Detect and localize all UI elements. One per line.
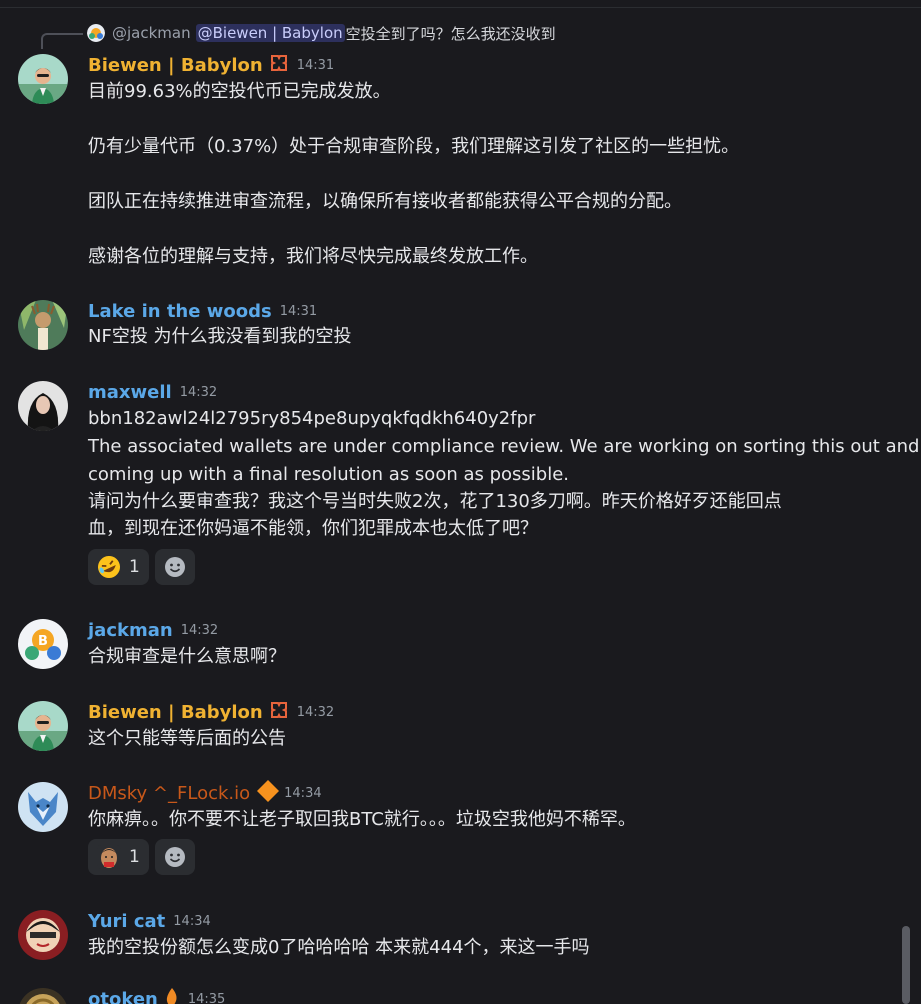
jackman-avatar-image: B bbox=[18, 619, 68, 669]
message-line: coming up with a final resolution as soo… bbox=[88, 464, 570, 485]
timestamp: 14:35 bbox=[187, 991, 226, 1004]
author-name[interactable]: Biewen | Babylon bbox=[88, 55, 263, 76]
add-reaction-button[interactable] bbox=[154, 839, 195, 875]
avatar[interactable]: B bbox=[18, 619, 68, 669]
avatar[interactable] bbox=[18, 701, 68, 751]
lake-avatar-image bbox=[18, 300, 68, 350]
timestamp: 14:32 bbox=[180, 622, 219, 638]
message-line: 团队正在持续推进审查流程，以确保所有接收者都能获得公平合规的分配。 bbox=[88, 191, 682, 212]
message-line: 目前99.63%的空投代币已完成发放。 bbox=[88, 81, 391, 102]
biewen-avatar-image bbox=[18, 54, 68, 104]
face-emoji-icon bbox=[97, 845, 121, 869]
reply-connector bbox=[41, 33, 83, 49]
message-line: 合规审查是什么意思啊？ bbox=[88, 646, 286, 667]
maxwell-avatar-image bbox=[18, 381, 68, 431]
avatar[interactable] bbox=[18, 988, 68, 1004]
timestamp: 14:34 bbox=[284, 785, 322, 801]
message-line: 你麻痹。。你不要不让老子取回我BTC就行。。。垃圾空我他妈不稀罕。 bbox=[88, 809, 636, 830]
message-line: 血，到现在还你妈逼不能领，你们犯罪成本也太低了吧？ bbox=[88, 518, 538, 539]
author-name[interactable]: jackman bbox=[88, 620, 173, 641]
message-line: 感谢各位的理解与支持，我们将尽快完成最终发放工作。 bbox=[88, 246, 538, 267]
avatar[interactable] bbox=[18, 381, 68, 431]
timestamp: 14:31 bbox=[279, 303, 318, 319]
flame-badge-icon bbox=[164, 987, 180, 1004]
add-reaction-icon bbox=[164, 847, 185, 867]
svg-text:B: B bbox=[38, 634, 48, 649]
diamond-badge-icon bbox=[256, 779, 280, 807]
avatar[interactable] bbox=[18, 782, 68, 832]
message-line: 这个只能等等后面的公告 bbox=[88, 728, 286, 749]
yuri-avatar-image bbox=[18, 910, 68, 960]
timestamp: 14:31 bbox=[296, 57, 335, 73]
timestamp: 14:34 bbox=[173, 913, 211, 929]
author-name[interactable]: Yuri cat bbox=[88, 911, 165, 932]
otoken-avatar-image bbox=[18, 988, 68, 1004]
reaction-bar: 1 bbox=[88, 839, 195, 875]
biewen-avatar-image bbox=[18, 701, 68, 751]
author-name[interactable]: maxwell bbox=[88, 382, 172, 403]
author-name[interactable]: Biewen | Babylon bbox=[88, 702, 263, 723]
reaction-face[interactable]: 1 bbox=[88, 839, 149, 875]
reaction-count: 1 bbox=[129, 847, 140, 867]
reaction-rofl[interactable]: 1 bbox=[88, 549, 149, 585]
top-divider bbox=[0, 7, 921, 8]
team-badge-icon bbox=[269, 700, 289, 724]
chat-view: @jackman @Biewen | Babylon 空投全到了吗？怎么我还没收… bbox=[0, 0, 921, 1004]
rofl-emoji-icon bbox=[98, 556, 120, 578]
timestamp: 14:32 bbox=[179, 384, 218, 400]
reply-author[interactable]: @jackman bbox=[112, 24, 191, 42]
message-line: 请问为什么要审查我？我这个号当时失败2次，花了130多刀啊。昨天价格好歹还能回点 bbox=[88, 491, 782, 512]
author-name[interactable]: otoken bbox=[88, 989, 158, 1004]
message-line: 仍有少量代币（0.37%）处于合规审查阶段，我们理解这引发了社区的一些担忧。 bbox=[88, 136, 740, 157]
reply-text: 空投全到了吗？怎么我还没收到 bbox=[345, 24, 556, 43]
scrollbar-thumb[interactable] bbox=[902, 926, 910, 1004]
avatar[interactable] bbox=[18, 300, 68, 350]
team-badge-icon bbox=[269, 53, 289, 77]
message-line: bbn182awl24l2795ry854pe8upyqkfqdkh640y2f… bbox=[88, 408, 536, 429]
message-line: The associated wallets are under complia… bbox=[88, 436, 920, 457]
jackman-mini-avatar bbox=[87, 24, 105, 42]
message-line: 我的空投份额怎么变成0了哈哈哈哈 本来就444个，来这一手吗 bbox=[88, 937, 590, 958]
add-reaction-icon bbox=[164, 557, 185, 577]
reaction-bar: 1 bbox=[88, 549, 195, 585]
avatar[interactable] bbox=[18, 910, 68, 960]
author-name[interactable]: Lake in the woods bbox=[88, 301, 272, 322]
message-line: NF空投 为什么我没看到我的空投 bbox=[88, 326, 352, 347]
avatar[interactable] bbox=[18, 54, 68, 104]
timestamp: 14:32 bbox=[296, 704, 335, 720]
reply-mention[interactable]: @Biewen | Babylon bbox=[195, 24, 345, 42]
reaction-count: 1 bbox=[129, 557, 140, 577]
dmsky-avatar-image bbox=[18, 782, 68, 832]
reply-preview[interactable]: @jackman @Biewen | Babylon 空投全到了吗？怎么我还没收… bbox=[87, 22, 556, 44]
add-reaction-button[interactable] bbox=[154, 549, 195, 585]
author-name[interactable]: DMsky ^_FLock.io bbox=[88, 783, 250, 804]
